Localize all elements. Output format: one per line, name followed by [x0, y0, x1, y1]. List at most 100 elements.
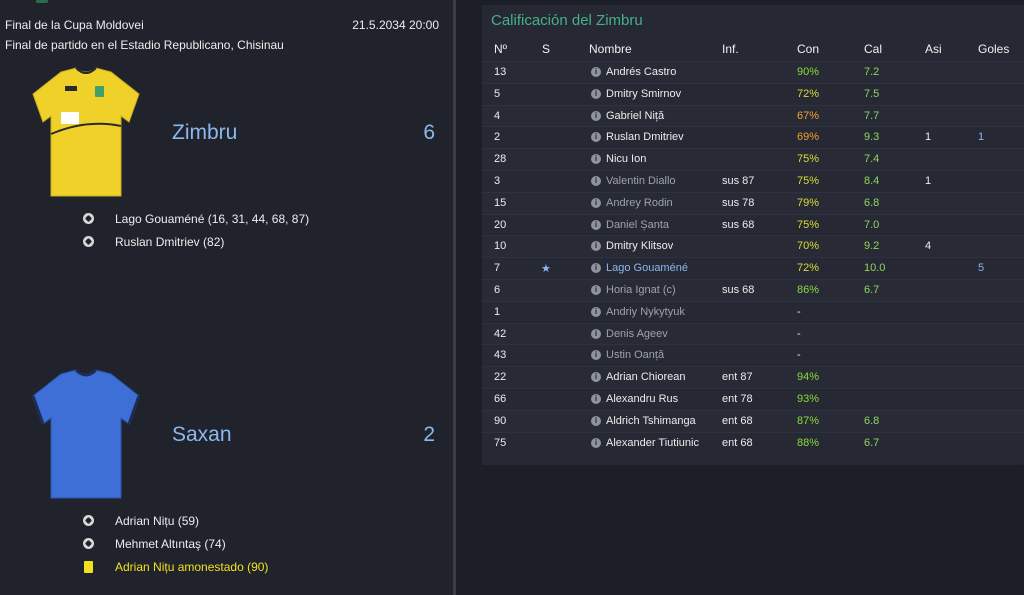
- table-row[interactable]: 22 i Adrian Chiorean ent 87 94%: [482, 366, 1024, 388]
- condition-value: 67%: [797, 109, 820, 122]
- match-venue[interactable]: Final de partido en el Estadio Republica…: [5, 38, 284, 52]
- info-icon[interactable]: i: [591, 88, 601, 99]
- info-icon[interactable]: i: [591, 219, 601, 230]
- table-row[interactable]: 43 i Ustin Oanță -: [482, 344, 1024, 366]
- goals-value: 1: [978, 131, 985, 144]
- player-name[interactable]: Aldrich Tshimanga: [606, 415, 696, 427]
- player-number: 10: [494, 240, 507, 253]
- away-team-score: 2: [423, 423, 435, 446]
- table-row[interactable]: 90 i Aldrich Tshimanga ent 68 87% 6.8: [482, 409, 1024, 432]
- rating-value: 7.4: [864, 153, 880, 166]
- info-icon[interactable]: i: [591, 175, 601, 186]
- player-number: 2: [494, 131, 501, 144]
- player-number: 90: [494, 414, 507, 427]
- away-event-1[interactable]: Adrian Nițu (59): [82, 512, 199, 530]
- col-header-goles[interactable]: Goles: [978, 42, 1009, 56]
- table-row[interactable]: 10 i Dmitry Klitsov 70% 9.2 4: [482, 235, 1024, 258]
- info-icon[interactable]: i: [591, 372, 601, 383]
- player-name[interactable]: Andrey Rodin: [606, 197, 673, 209]
- assists-value: 4: [925, 240, 932, 253]
- table-row[interactable]: 6 i Horia Ignat (c) sus 68 86% 6.7: [482, 278, 1024, 301]
- star-icon: ★: [541, 263, 551, 276]
- rating-value: 9.2: [864, 240, 880, 253]
- player-name[interactable]: Ruslan Dmitriev: [606, 131, 684, 143]
- player-name[interactable]: Denis Ageev: [606, 328, 668, 340]
- goal-ball-icon: [82, 538, 94, 550]
- table-row[interactable]: 28 i Nicu Ion 75% 7.4: [482, 148, 1024, 170]
- match-report: Final de la Cupa Moldovei 21.5.2034 20:0…: [0, 0, 1024, 595]
- table-row[interactable]: 20 i Daniel Șanta sus 68 75% 7.0: [482, 213, 1024, 236]
- player-name[interactable]: Alexandru Rus: [606, 393, 678, 405]
- event-text: Adrian Nițu (59): [115, 514, 200, 528]
- condition-value: -: [797, 327, 801, 340]
- table-row[interactable]: 7 ★ i Lago Gouaméné 72% 10.0 5: [482, 257, 1024, 279]
- table-row[interactable]: 13 i Andrés Castro 90% 7.2: [482, 61, 1024, 83]
- player-name[interactable]: Daniel Șanta: [606, 219, 669, 231]
- player-name[interactable]: Gabriel Niță: [606, 110, 664, 122]
- player-name[interactable]: Ustin Oanță: [606, 349, 664, 361]
- table-row[interactable]: 3 i Valentin Diallo sus 87 75% 8.4 1: [482, 169, 1024, 192]
- rating-value: 7.7: [864, 109, 880, 122]
- info-icon[interactable]: i: [591, 393, 601, 404]
- col-header-asi[interactable]: Asi: [925, 42, 942, 56]
- player-name[interactable]: Lago Gouaméné: [606, 262, 688, 274]
- col-header-inf[interactable]: Inf.: [722, 42, 739, 56]
- info-icon[interactable]: i: [591, 350, 601, 361]
- rating-value: 8.4: [864, 174, 880, 187]
- player-name[interactable]: Dmitry Smirnov: [606, 88, 681, 100]
- col-header-con[interactable]: Con: [797, 42, 819, 56]
- table-row[interactable]: 75 i Alexander Tiutiunic ent 68 88% 6.7: [482, 431, 1024, 454]
- player-name[interactable]: Horia Ignat (c): [606, 284, 676, 296]
- info-icon[interactable]: i: [591, 110, 601, 121]
- info-icon[interactable]: i: [591, 328, 601, 339]
- info-icon[interactable]: i: [591, 263, 601, 274]
- home-shirt-icon: [21, 64, 151, 204]
- info-icon[interactable]: i: [591, 241, 601, 252]
- info-icon[interactable]: i: [591, 415, 601, 426]
- home-event-2[interactable]: Ruslan Dmitriev (82): [82, 233, 224, 251]
- event-text: Lago Gouaméné (16, 31, 44, 68, 87): [115, 212, 310, 226]
- player-name[interactable]: Adrian Chiorean: [606, 371, 686, 383]
- player-number: 1: [494, 305, 501, 318]
- info-icon[interactable]: i: [591, 197, 601, 208]
- player-name[interactable]: Andrés Castro: [606, 66, 676, 78]
- home-team-score: 6: [423, 121, 435, 144]
- table-row[interactable]: 2 i Ruslan Dmitriev 69% 9.3 1 1: [482, 126, 1024, 148]
- player-name[interactable]: Dmitry Klitsov: [606, 240, 673, 252]
- player-number: 75: [494, 436, 507, 449]
- info-icon[interactable]: i: [591, 284, 601, 295]
- info-icon[interactable]: i: [591, 154, 601, 165]
- away-event-2[interactable]: Mehmet Altıntaş (74): [82, 535, 226, 553]
- condition-value: 86%: [797, 283, 820, 296]
- info-icon[interactable]: i: [591, 132, 601, 143]
- table-row[interactable]: 5 i Dmitry Smirnov 72% 7.5: [482, 82, 1024, 105]
- player-name[interactable]: Nicu Ion: [606, 153, 646, 165]
- col-header-no[interactable]: Nº: [494, 42, 507, 56]
- info-icon[interactable]: i: [591, 306, 601, 317]
- col-header-cal[interactable]: Cal: [864, 42, 882, 56]
- home-team-name[interactable]: Zimbru: [172, 121, 237, 145]
- col-header-s[interactable]: S: [542, 42, 550, 56]
- ratings-panel: Calificación del Zimbru Nº S Nombre Inf.…: [456, 0, 1024, 595]
- player-name[interactable]: Andriy Nykytyuk: [606, 306, 685, 318]
- condition-value: 75%: [797, 174, 820, 187]
- info-icon[interactable]: i: [591, 437, 601, 448]
- table-row[interactable]: 42 i Denis Ageev -: [482, 322, 1024, 345]
- col-header-name[interactable]: Nombre: [589, 42, 632, 56]
- table-row[interactable]: 15 i Andrey Rodin sus 78 79% 6.8: [482, 191, 1024, 214]
- player-number: 42: [494, 327, 507, 340]
- player-number: 22: [494, 371, 507, 384]
- player-name[interactable]: Valentin Diallo: [606, 175, 676, 187]
- competition-name[interactable]: Final de la Cupa Moldovei: [5, 18, 144, 32]
- away-event-3[interactable]: Adrian Nițu amonestado (90): [82, 558, 268, 576]
- condition-value: 79%: [797, 196, 820, 209]
- home-event-1[interactable]: Lago Gouaméné (16, 31, 44, 68, 87): [82, 210, 309, 228]
- table-row[interactable]: 66 i Alexandru Rus ent 78 93%: [482, 387, 1024, 410]
- sub-info: ent 68: [722, 414, 753, 427]
- info-icon[interactable]: i: [591, 67, 601, 77]
- condition-value: -: [797, 305, 801, 318]
- away-team-name[interactable]: Saxan: [172, 423, 232, 447]
- player-name[interactable]: Alexander Tiutiunic: [606, 437, 699, 449]
- table-row[interactable]: 1 i Andriy Nykytyuk -: [482, 300, 1024, 323]
- table-row[interactable]: 4 i Gabriel Niță 67% 7.7: [482, 104, 1024, 127]
